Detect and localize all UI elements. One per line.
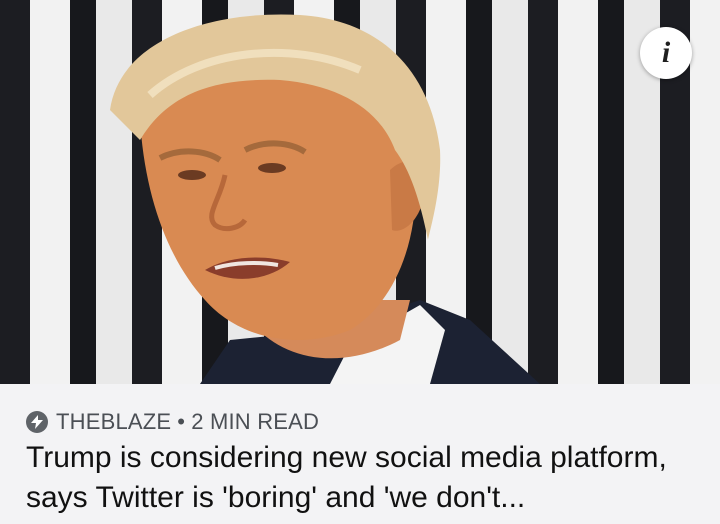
bolt-icon bbox=[26, 411, 48, 433]
source-name: THEBLAZE bbox=[56, 409, 172, 434]
article-meta: THEBLAZE • 2 MIN READ bbox=[26, 408, 319, 436]
portrait-illustration bbox=[110, 14, 540, 384]
news-card[interactable]: i THEBLAZE • 2 MIN READ Trump is conside… bbox=[0, 0, 720, 524]
meta-separator: • bbox=[177, 409, 186, 434]
article-headline[interactable]: Trump is considering new social media pl… bbox=[26, 438, 706, 518]
read-time: 2 MIN READ bbox=[191, 409, 320, 434]
info-button[interactable]: i bbox=[640, 27, 692, 79]
info-icon: i bbox=[661, 36, 671, 69]
article-image[interactable]: i bbox=[0, 0, 720, 384]
